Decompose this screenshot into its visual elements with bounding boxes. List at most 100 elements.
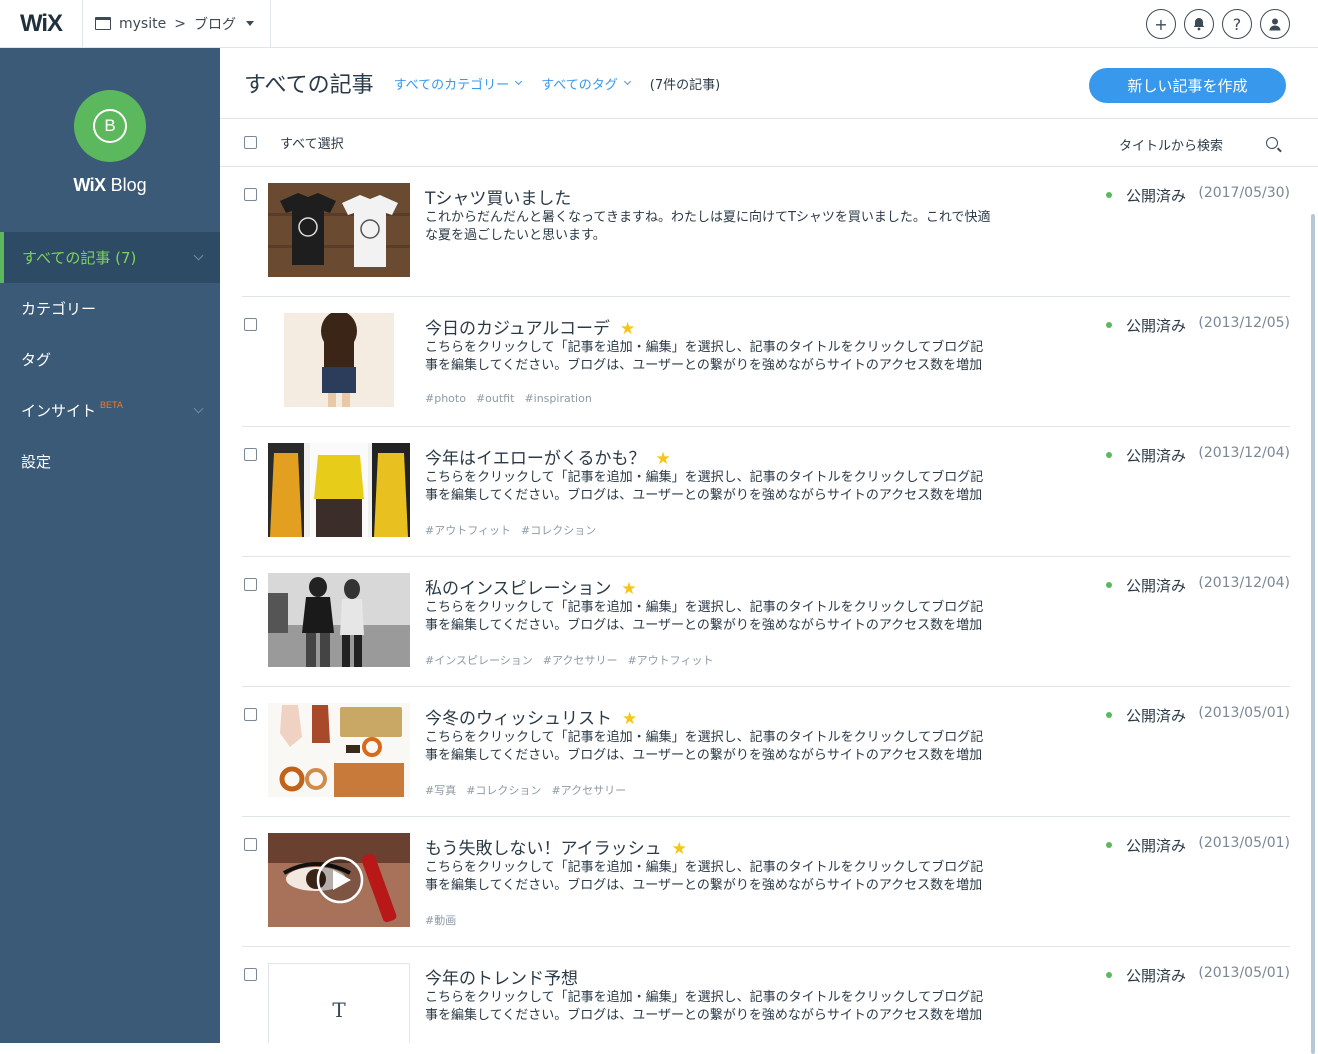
- post-checkbox[interactable]: [244, 318, 257, 331]
- sidebar-item-insights[interactable]: インサイト BETA: [0, 385, 220, 436]
- post-excerpt: こちらをクリックして「記事を追加・編集」を選択し、記事のタイトルをクリックしてブ…: [425, 600, 984, 633]
- post-row[interactable]: 今日のカジュアルコーデ ★ こちらをクリックして「記事を追加・編集」を選択し、記事…: [242, 297, 1290, 427]
- post-thumbnail-tshirts[interactable]: [268, 183, 410, 277]
- post-checkbox[interactable]: [244, 968, 257, 981]
- post-status: 公開済み: [1105, 837, 1186, 855]
- post-title[interactable]: 今年のトレンド予想: [425, 964, 578, 989]
- site-name: mysite: [119, 15, 167, 32]
- post-title[interactable]: 私のインスピレーション ★: [425, 574, 637, 599]
- create-post-button[interactable]: 新しい記事を作成: [1089, 68, 1286, 103]
- tag[interactable]: #inspiration: [524, 392, 591, 405]
- post-row[interactable]: T 今年のトレンド予想 こちらをクリックして「記事を追加・編集」を選択し、記事の…: [242, 947, 1290, 1043]
- post-thumbnail-casual[interactable]: [268, 313, 410, 407]
- blog-logo-letter: B: [93, 109, 127, 143]
- search-input[interactable]: タイトルから検索: [1119, 135, 1223, 154]
- post-excerpt: こちらをクリックして「記事を追加・編集」を選択し、記事のタイトルをクリックしてブ…: [425, 730, 984, 763]
- post-thumbnail-placeholder[interactable]: T: [268, 963, 410, 1043]
- chevron-down-icon: [193, 250, 204, 261]
- post-tags: #動画: [425, 912, 466, 928]
- tag[interactable]: #photo: [425, 392, 466, 405]
- site-switcher[interactable]: mysite > ブログ: [82, 0, 271, 48]
- category-filter[interactable]: すべてのカテゴリー: [394, 74, 523, 93]
- text-placeholder-icon: T: [332, 998, 346, 1022]
- post-status: 公開済み: [1105, 187, 1186, 205]
- post-thumbnail-eyelash[interactable]: [268, 833, 410, 927]
- blog-app-name: WiX Blog: [73, 175, 147, 195]
- post-checkbox[interactable]: [244, 448, 257, 461]
- chevron-down-icon: [515, 77, 523, 86]
- tag[interactable]: #アクセサリー: [543, 654, 618, 667]
- beta-badge: BETA: [100, 399, 123, 410]
- post-date: (2013/12/04): [1198, 445, 1290, 461]
- top-bar: WiX mysite > ブログ + ?: [0, 0, 1318, 48]
- post-tags: #アウトフィット #コレクション: [425, 522, 606, 538]
- plus-icon[interactable]: +: [1146, 9, 1176, 39]
- post-title[interactable]: 今日のカジュアルコーデ ★: [425, 314, 635, 339]
- post-row[interactable]: もう失敗しない！アイラッシュ ★ こちらをクリックして「記事を追加・編集」を選択し…: [242, 817, 1290, 947]
- post-status: 公開済み: [1105, 447, 1186, 465]
- post-row[interactable]: 私のインスピレーション ★ こちらをクリックして「記事を追加・編集」を選択し、記事…: [242, 557, 1290, 687]
- post-checkbox[interactable]: [244, 838, 257, 851]
- chevron-down-icon: [245, 21, 254, 26]
- select-all-label[interactable]: すべて選択: [280, 133, 344, 152]
- tag[interactable]: #コレクション: [466, 784, 541, 797]
- post-thumbnail-wishlist[interactable]: [268, 703, 410, 797]
- list-toolbar: すべて選択 タイトルから検索: [220, 119, 1318, 167]
- post-title[interactable]: もう失敗しない！アイラッシュ ★: [425, 834, 687, 859]
- star-icon[interactable]: ★: [620, 319, 635, 339]
- sidebar: B WiX Blog すべての記事 (7) カテゴリー タグ インサイト BETA…: [0, 48, 220, 1043]
- post-tags: #photo #outfit #inspiration: [425, 392, 602, 405]
- tag[interactable]: #outfit: [476, 392, 514, 405]
- post-checkbox[interactable]: [244, 188, 257, 201]
- tag[interactable]: #コレクション: [521, 524, 596, 537]
- list-header: すべての記事 すべてのカテゴリー すべてのタグ (7件の記事) 新しい記事を作成: [220, 48, 1318, 119]
- post-thumbnail-yellow[interactable]: [268, 443, 410, 537]
- question-icon[interactable]: ?: [1222, 9, 1252, 39]
- post-title[interactable]: 今冬のウィッシュリスト ★: [425, 704, 637, 729]
- post-list: Tシャツ買いました これからだんだんと暑くなってきますね。わたしは夏に向けてTシ…: [220, 167, 1312, 1043]
- user-icon[interactable]: [1260, 9, 1290, 39]
- sidebar-item-settings[interactable]: 設定: [0, 436, 220, 487]
- tag[interactable]: #アウトフィット: [627, 654, 713, 667]
- tag[interactable]: #動画: [425, 914, 456, 927]
- post-checkbox[interactable]: [244, 708, 257, 721]
- sidebar-item-all-posts[interactable]: すべての記事 (7): [0, 232, 220, 283]
- star-icon[interactable]: ★: [672, 839, 687, 859]
- tag[interactable]: #アウトフィット: [425, 524, 511, 537]
- post-row[interactable]: 今年はイエローがくるかも？ ★ こちらをクリックして「記事を追加・編集」を選択し、…: [242, 427, 1290, 557]
- post-excerpt: こちらをクリックして「記事を追加・編集」を選択し、記事のタイトルをクリックしてブ…: [425, 470, 984, 503]
- tag[interactable]: #インスピレーション: [425, 654, 533, 667]
- tag[interactable]: #アクセサリー: [551, 784, 626, 797]
- post-row[interactable]: Tシャツ買いました これからだんだんと暑くなってきますね。わたしは夏に向けてTシ…: [242, 167, 1290, 297]
- sidebar-item-tags[interactable]: タグ: [0, 334, 220, 385]
- star-icon[interactable]: ★: [656, 449, 671, 469]
- select-all-checkbox[interactable]: [244, 136, 257, 149]
- post-date: (2013/12/05): [1198, 315, 1290, 331]
- post-date: (2013/05/01): [1198, 965, 1290, 981]
- post-date: (2013/12/04): [1198, 575, 1290, 591]
- post-excerpt: こちらをクリックして「記事を追加・編集」を選択し、記事のタイトルをクリックしてブ…: [425, 340, 984, 373]
- post-excerpt: こちらをクリックして「記事を追加・編集」を選択し、記事のタイトルをクリックしてブ…: [425, 860, 984, 893]
- star-icon[interactable]: ★: [622, 709, 637, 729]
- post-date: (2017/05/30): [1198, 185, 1290, 201]
- post-thumbnail-inspiration[interactable]: [268, 573, 410, 667]
- browser-icon: [95, 17, 111, 30]
- chevron-down-icon: [623, 77, 631, 86]
- tag[interactable]: #写真: [425, 784, 456, 797]
- sidebar-item-categories[interactable]: カテゴリー: [0, 283, 220, 334]
- breadcrumb-separator: >: [174, 15, 186, 32]
- post-excerpt: こちらをクリックして「記事を追加・編集」を選択し、記事のタイトルをクリックしてブ…: [425, 990, 984, 1023]
- star-icon[interactable]: ★: [621, 579, 636, 599]
- post-excerpt: これからだんだんと暑くなってきますね。わたしは夏に向けてTシャツを買いました。こ…: [425, 210, 991, 243]
- post-title[interactable]: 今年はイエローがくるかも？ ★: [425, 444, 671, 469]
- post-row[interactable]: 今冬のウィッシュリスト ★ こちらをクリックして「記事を追加・編集」を選択し、記事…: [242, 687, 1290, 817]
- wix-logo[interactable]: WiX: [0, 0, 82, 48]
- bell-icon[interactable]: [1184, 9, 1214, 39]
- post-status: 公開済み: [1105, 317, 1186, 335]
- post-title[interactable]: Tシャツ買いました: [425, 184, 571, 209]
- post-checkbox[interactable]: [244, 578, 257, 591]
- tag-filter[interactable]: すべてのタグ: [541, 74, 631, 93]
- post-date: (2013/05/01): [1198, 705, 1290, 721]
- search-icon[interactable]: [1266, 137, 1278, 149]
- scrollbar[interactable]: [1311, 214, 1315, 1054]
